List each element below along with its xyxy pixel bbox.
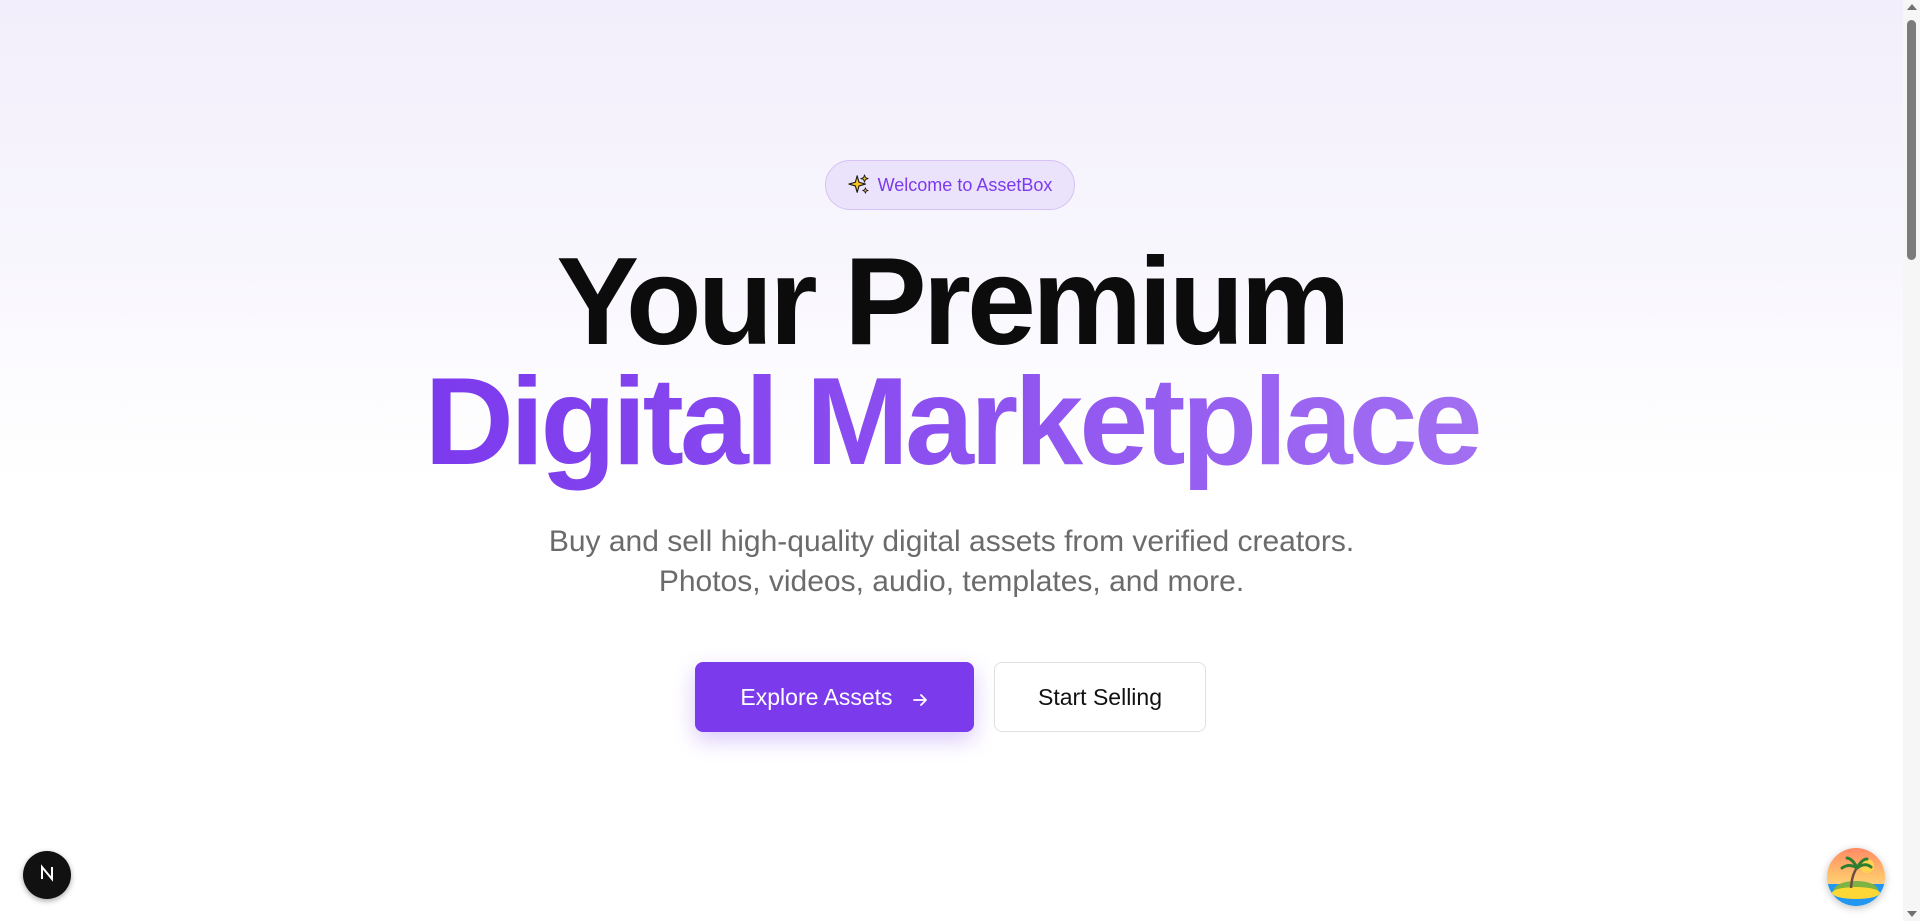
scroll-up-arrow-icon[interactable] [1907, 4, 1917, 10]
sparkles-icon [847, 174, 870, 196]
nextjs-dev-indicator[interactable] [23, 851, 71, 899]
hero-subtitle: Buy and sell high-quality digital assets… [0, 522, 1903, 602]
welcome-badge-label: Welcome to AssetBox [877, 174, 1053, 195]
scroll-down-arrow-icon[interactable] [1907, 911, 1917, 917]
arrow-right-icon [911, 688, 929, 706]
nextjs-n-icon [36, 862, 58, 889]
hero-subtitle-line1: Buy and sell high-quality digital assets… [548, 525, 1355, 558]
hero-title-highlight: Digital Marketplace [424, 353, 1482, 491]
vertical-scrollbar[interactable] [1903, 0, 1920, 921]
scrollbar-thumb[interactable] [1907, 20, 1916, 260]
hero-title-line1: Your Premium [556, 233, 1350, 371]
hero-title-line2: Digital Marketplace [0, 352, 1903, 492]
page: Welcome to AssetBox Your Premium Digital… [0, 0, 1903, 921]
explore-assets-label: Explore Assets [740, 683, 893, 710]
hero-subtitle-line2: Photos, videos, audio, templates, and mo… [658, 565, 1245, 598]
start-selling-label: Start Selling [1037, 683, 1162, 710]
explore-assets-button[interactable]: Explore Assets [695, 662, 974, 732]
welcome-badge: Welcome to AssetBox [825, 160, 1075, 210]
start-selling-button[interactable]: Start Selling [994, 662, 1206, 732]
island-avatar-icon[interactable] [1827, 848, 1885, 906]
